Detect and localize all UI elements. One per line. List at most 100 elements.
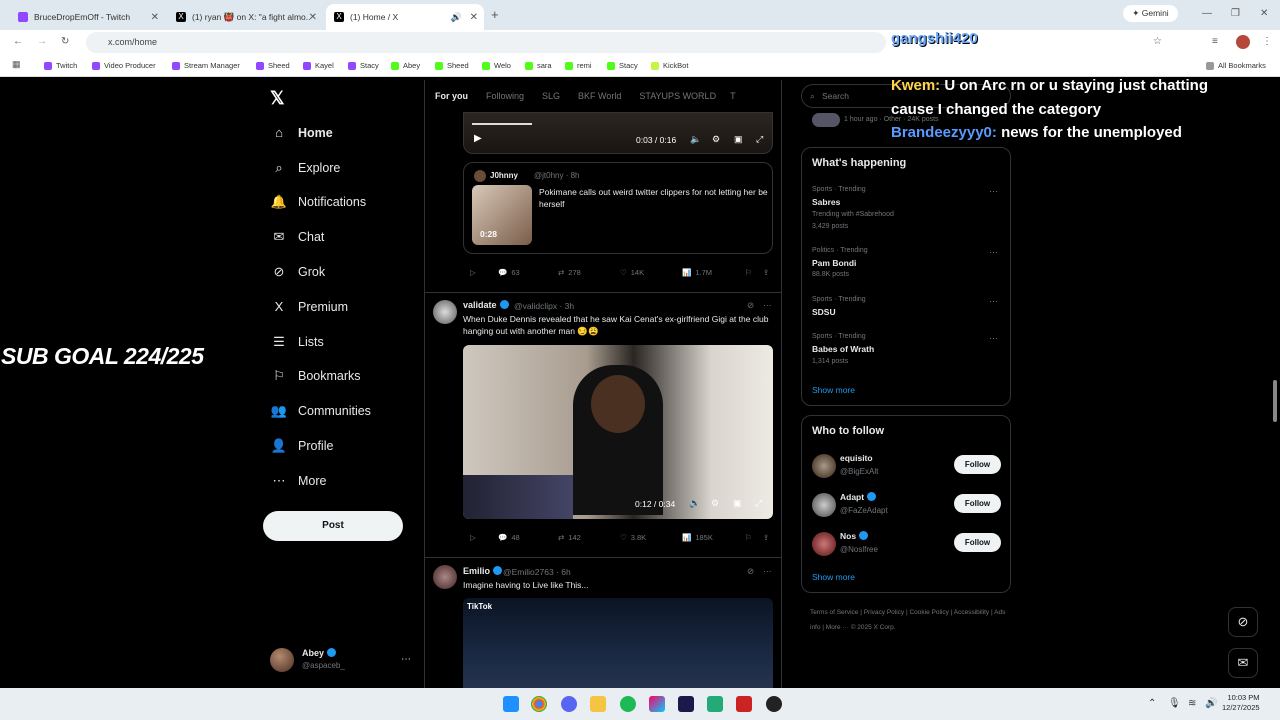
- more-icon[interactable]: ⋯: [763, 300, 772, 311]
- trend-name[interactable]: SDSU: [812, 307, 836, 317]
- follow-name[interactable]: Adapt: [840, 492, 877, 502]
- bookmark-sheed[interactable]: Sheed: [256, 61, 290, 70]
- tab-home-x[interactable]: X (1) Home / X 🔊 ✕: [326, 4, 484, 30]
- minimize-icon[interactable]: —: [1202, 8, 1212, 19]
- bookmark-icon[interactable]: ⚐: [745, 533, 752, 542]
- tab-twitch[interactable]: BruceDropEmOff - Twitch ✕: [10, 4, 165, 30]
- quoted-post[interactable]: J0hnny @jt0hny · 8h 0:28 Pokimane calls …: [463, 162, 773, 254]
- nav-communities[interactable]: 👥 Communities: [270, 403, 371, 419]
- avatar[interactable]: [433, 300, 457, 324]
- tweet-author[interactable]: validate: [463, 300, 509, 310]
- bookmark-sara[interactable]: sara: [525, 61, 552, 70]
- tab-stayups-world[interactable]: STAYUPS WORLD: [639, 91, 716, 101]
- avatar[interactable]: [812, 532, 836, 556]
- video-player[interactable]: TikTok: [463, 598, 773, 688]
- tab-ryan[interactable]: X (1) ryan 👹 on X: "a fight almo... ✕: [168, 4, 323, 30]
- gemini-button[interactable]: ✦ Gemini: [1123, 5, 1178, 22]
- avatar[interactable]: [433, 565, 457, 589]
- more-icon[interactable]: ⋯: [989, 333, 998, 344]
- profile-avatar[interactable]: [1236, 35, 1250, 49]
- bookmark-abey[interactable]: Abey: [391, 61, 420, 70]
- settings-icon[interactable]: ⚙: [712, 134, 720, 145]
- wifi-icon[interactable]: ≋: [1188, 698, 1196, 709]
- tab-slg[interactable]: SLG: [542, 91, 560, 101]
- fullscreen-icon[interactable]: ⤢: [756, 134, 763, 145]
- reply-button[interactable]: 💬 48: [498, 533, 520, 542]
- show-more-link[interactable]: Show more: [812, 385, 855, 395]
- discord-icon[interactable]: [561, 696, 577, 712]
- share-icon[interactable]: ⇪: [763, 533, 769, 542]
- bookmark-twitch[interactable]: Twitch: [44, 61, 77, 70]
- volume-icon[interactable]: 🔈: [690, 134, 701, 145]
- forward-icon[interactable]: →: [37, 36, 47, 47]
- avatar[interactable]: [812, 493, 836, 517]
- apps-grid-icon[interactable]: ▦: [12, 59, 21, 70]
- tab-more[interactable]: T: [730, 91, 736, 101]
- follow-button[interactable]: Follow: [954, 494, 1001, 513]
- app-icon[interactable]: [736, 696, 752, 712]
- nav-bookmarks[interactable]: ⚐ Bookmarks: [270, 368, 360, 384]
- back-icon[interactable]: ←: [13, 36, 23, 47]
- nav-notifications[interactable]: 🔔 Notifications: [270, 194, 366, 210]
- repost-button[interactable]: ⇄ 278: [558, 268, 581, 277]
- grok-icon[interactable]: ⊘: [747, 300, 754, 311]
- maximize-icon[interactable]: ❐: [1231, 8, 1240, 19]
- play-count-icon[interactable]: ▷: [470, 268, 476, 277]
- footer-links[interactable]: Terms of Service | Privacy Policy | Cook…: [810, 605, 1010, 635]
- speaker-icon[interactable]: 🔊: [451, 12, 462, 23]
- reload-icon[interactable]: ↻: [61, 36, 69, 47]
- close-icon[interactable]: ✕: [470, 12, 478, 23]
- nav-premium[interactable]: X Premium: [270, 299, 348, 314]
- avatar[interactable]: [812, 454, 836, 478]
- bookmark-icon[interactable]: ⚐: [745, 268, 752, 277]
- more-icon[interactable]: ⋯: [989, 296, 998, 307]
- trend-name[interactable]: Pam Bondi: [812, 258, 856, 268]
- folder-icon[interactable]: [590, 696, 606, 712]
- new-tab-button[interactable]: +: [491, 7, 499, 22]
- star-icon[interactable]: ☆: [1153, 36, 1162, 47]
- views-button[interactable]: 📊 1.7M: [682, 268, 712, 277]
- mic-icon[interactable]: 🎙: [1168, 698, 1181, 709]
- kebab-menu-icon[interactable]: ⋮: [1262, 36, 1272, 47]
- grok-icon[interactable]: ⊘: [1228, 607, 1258, 637]
- nav-grok[interactable]: ⊘ Grok: [270, 264, 326, 280]
- post-button[interactable]: Post: [263, 511, 403, 541]
- more-icon[interactable]: ⋯: [989, 186, 998, 197]
- bookmark-stacy-kick[interactable]: Stacy: [607, 61, 638, 70]
- trend-name[interactable]: Sabres: [812, 197, 840, 207]
- video-player[interactable]: ▶ 0:03 / 0:16 🔈 ⚙ ▣ ⤢: [463, 112, 773, 154]
- close-icon[interactable]: ✕: [151, 12, 159, 23]
- bookmark-remi[interactable]: remi: [565, 61, 592, 70]
- nav-more[interactable]: ⋯ More: [270, 473, 327, 489]
- nav-chat[interactable]: ✉ Chat: [270, 229, 325, 245]
- chrome-icon[interactable]: [531, 696, 547, 712]
- nav-lists[interactable]: ☰ Lists: [270, 334, 324, 350]
- nav-home[interactable]: ⌂ Home: [270, 125, 333, 140]
- volume-icon[interactable]: 🔊: [1205, 698, 1217, 709]
- tab-for-you[interactable]: For you: [435, 91, 468, 101]
- trend-name[interactable]: Babes of Wrath: [812, 344, 874, 354]
- clock[interactable]: 10:03 PM 12/27/2025: [1222, 693, 1260, 713]
- bookmark-stacy[interactable]: Stacy: [348, 61, 379, 70]
- all-bookmarks[interactable]: All Bookmarks: [1206, 61, 1266, 70]
- scrollbar[interactable]: [1273, 380, 1277, 422]
- app-icon[interactable]: [707, 696, 723, 712]
- follow-name[interactable]: equisito: [840, 453, 873, 463]
- close-icon[interactable]: ✕: [309, 12, 317, 23]
- premiere-icon[interactable]: [678, 696, 694, 712]
- mail-icon[interactable]: ✉: [1228, 648, 1258, 678]
- bookmark-sheed-kick[interactable]: Sheed: [435, 61, 469, 70]
- like-button[interactable]: ♡ 3.8K: [620, 533, 646, 542]
- obs-icon[interactable]: [766, 696, 782, 712]
- pip-icon[interactable]: ▣: [734, 134, 743, 145]
- windows-start-icon[interactable]: [503, 696, 519, 712]
- spotify-icon[interactable]: [620, 696, 636, 712]
- menu-icon[interactable]: ≡: [1212, 36, 1218, 47]
- tab-following[interactable]: Following: [486, 91, 524, 101]
- x-logo[interactable]: 𝕏: [270, 88, 285, 109]
- follow-button[interactable]: Follow: [954, 533, 1001, 552]
- pip-icon[interactable]: ▣: [733, 498, 742, 509]
- bookmark-video-producer[interactable]: Video Producer: [92, 61, 156, 70]
- grok-icon[interactable]: ⊘: [747, 566, 754, 577]
- more-icon[interactable]: ⋯: [401, 654, 411, 665]
